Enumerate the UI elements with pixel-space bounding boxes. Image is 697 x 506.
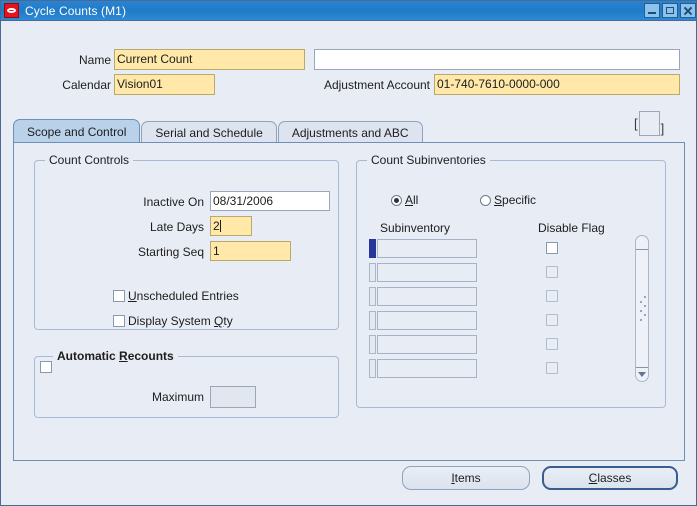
- scope-radio-all-button: [391, 194, 402, 206]
- tab-serial-and-schedule[interactable]: Serial and Schedule: [141, 121, 277, 143]
- form-canvas: Name Current Count Calendar Vision01 Adj…: [1, 21, 696, 505]
- late-days-label: Late Days: [149, 220, 204, 234]
- maximum-input[interactable]: [210, 386, 256, 408]
- late-days-input[interactable]: 2: [210, 216, 252, 236]
- scope-radio-all-label: All: [405, 193, 418, 207]
- scope-all-mnemonic: A: [405, 193, 414, 207]
- display-system-qty-label: Display System Qty: [128, 314, 233, 328]
- flexfield-close-bracket: ]: [660, 121, 665, 136]
- subinventory-cell[interactable]: [377, 263, 477, 282]
- classes-label-rest: lasses: [597, 471, 632, 485]
- scope-radio-specific-label: Specific: [494, 193, 536, 207]
- flexfield-widget: [ ]: [634, 111, 664, 136]
- display-system-qty-label-pre: Display System: [128, 314, 215, 328]
- disable-flag-checkbox[interactable]: [546, 314, 558, 326]
- row-indicator[interactable]: [369, 263, 376, 282]
- automatic-recounts-group-label: Automatic Recounts: [53, 349, 178, 363]
- automatic-recounts-label-pre: Automatic: [57, 349, 120, 363]
- unscheduled-entries-box: [113, 290, 125, 302]
- window-titlebar: Cycle Counts (M1): [1, 1, 696, 21]
- scope-radio-specific[interactable]: Specific: [480, 193, 536, 207]
- maximize-icon[interactable]: [662, 3, 678, 18]
- subinventory-cell[interactable]: [377, 335, 477, 354]
- adjustment-account-label: Adjustment Account: [323, 78, 430, 92]
- scrollbar-grip[interactable]: [639, 295, 647, 322]
- disable-flag-checkbox[interactable]: [546, 290, 558, 302]
- automatic-recounts-checkbox[interactable]: [40, 361, 52, 373]
- minimize-icon[interactable]: [644, 3, 660, 18]
- name-input[interactable]: Current Count: [114, 49, 305, 70]
- scope-specific-mnemonic: S: [494, 193, 503, 207]
- close-icon[interactable]: [680, 3, 696, 18]
- automatic-recounts-label-post: ecounts: [127, 349, 174, 363]
- scope-radio-all[interactable]: All: [391, 193, 418, 207]
- name-label: Name: [78, 53, 111, 67]
- oracle-logo-icon: [4, 3, 19, 18]
- tab-scope-and-control[interactable]: Scope and Control: [13, 119, 141, 143]
- display-system-qty-label-post: ty: [223, 314, 233, 328]
- subinventory-scrollbar[interactable]: [635, 235, 649, 382]
- window-title: Cycle Counts (M1): [25, 3, 127, 18]
- row-indicator[interactable]: [369, 311, 376, 330]
- display-system-qty-mnemonic: Q: [214, 314, 224, 328]
- automatic-recounts-group: Automatic Recounts: [34, 349, 339, 418]
- count-controls-group-label: Count Controls: [45, 153, 134, 167]
- count-subinventories-group-label: Count Subinventories: [367, 153, 490, 167]
- unscheduled-entries-label-rest: nscheduled Entries: [136, 289, 239, 303]
- cycle-counts-window: Cycle Counts (M1) Name Current Count Cal…: [0, 0, 697, 506]
- late-days-value: 2: [213, 219, 220, 233]
- display-system-qty-checkbox[interactable]: Display System Qty: [113, 314, 233, 328]
- inactive-on-input[interactable]: 08/31/2006: [210, 191, 330, 211]
- disable-flag-checkbox[interactable]: [546, 242, 558, 254]
- text-caret: [219, 220, 221, 232]
- disable-flag-checkbox[interactable]: [546, 338, 558, 350]
- automatic-recounts-mnemonic: R: [119, 349, 128, 363]
- flexfield-input[interactable]: [638, 111, 660, 136]
- column-header-subinventory: Subinventory: [380, 221, 451, 235]
- calendar-input[interactable]: Vision01: [114, 74, 215, 95]
- starting-seq-input[interactable]: 1: [210, 241, 291, 261]
- window-controls: [644, 3, 696, 18]
- items-label-rest: tems: [454, 471, 481, 485]
- row-indicator-current[interactable]: [369, 239, 376, 258]
- subinventory-cell[interactable]: [377, 239, 477, 258]
- row-indicator[interactable]: [369, 287, 376, 306]
- starting-seq-label: Starting Seq: [137, 245, 204, 259]
- classes-button[interactable]: Classes: [542, 466, 678, 490]
- column-header-disable-flag: Disable Flag: [538, 221, 605, 235]
- subinventory-cell[interactable]: [377, 311, 477, 330]
- tab-bar: Scope and Control Serial and Schedule Ad…: [13, 119, 424, 143]
- items-button[interactable]: Items: [402, 466, 530, 490]
- tab-panel-scope-and-control: Count Controls Inactive On 08/31/2006 La…: [13, 142, 685, 461]
- row-indicator[interactable]: [369, 335, 376, 354]
- scope-specific-label-rest: pecific: [502, 193, 537, 207]
- flexfield-open-bracket: [: [634, 116, 638, 131]
- display-system-qty-box: [113, 315, 125, 327]
- scroll-up-icon[interactable]: [636, 236, 648, 250]
- unscheduled-entries-label: Unscheduled Entries: [128, 289, 239, 303]
- disable-flag-checkbox[interactable]: [546, 266, 558, 278]
- unscheduled-entries-checkbox[interactable]: Unscheduled Entries: [113, 289, 239, 303]
- subinventory-cell[interactable]: [377, 287, 477, 306]
- subinventory-cell[interactable]: [377, 359, 477, 378]
- row-indicator[interactable]: [369, 359, 376, 378]
- disable-flag-checkbox[interactable]: [546, 362, 558, 374]
- scroll-down-icon[interactable]: [636, 367, 648, 381]
- scope-radio-specific-button: [480, 194, 491, 206]
- calendar-label: Calendar: [62, 78, 111, 92]
- maximum-label: Maximum: [151, 390, 204, 404]
- adjustment-account-input[interactable]: 01-740-7610-0000-000: [434, 74, 680, 95]
- unscheduled-entries-mnemonic: U: [128, 289, 137, 303]
- tab-adjustments-and-abc[interactable]: Adjustments and ABC: [277, 121, 423, 143]
- description-input[interactable]: [314, 49, 680, 70]
- inactive-on-label: Inactive On: [143, 195, 204, 209]
- scope-all-label-rest: ll: [413, 193, 419, 207]
